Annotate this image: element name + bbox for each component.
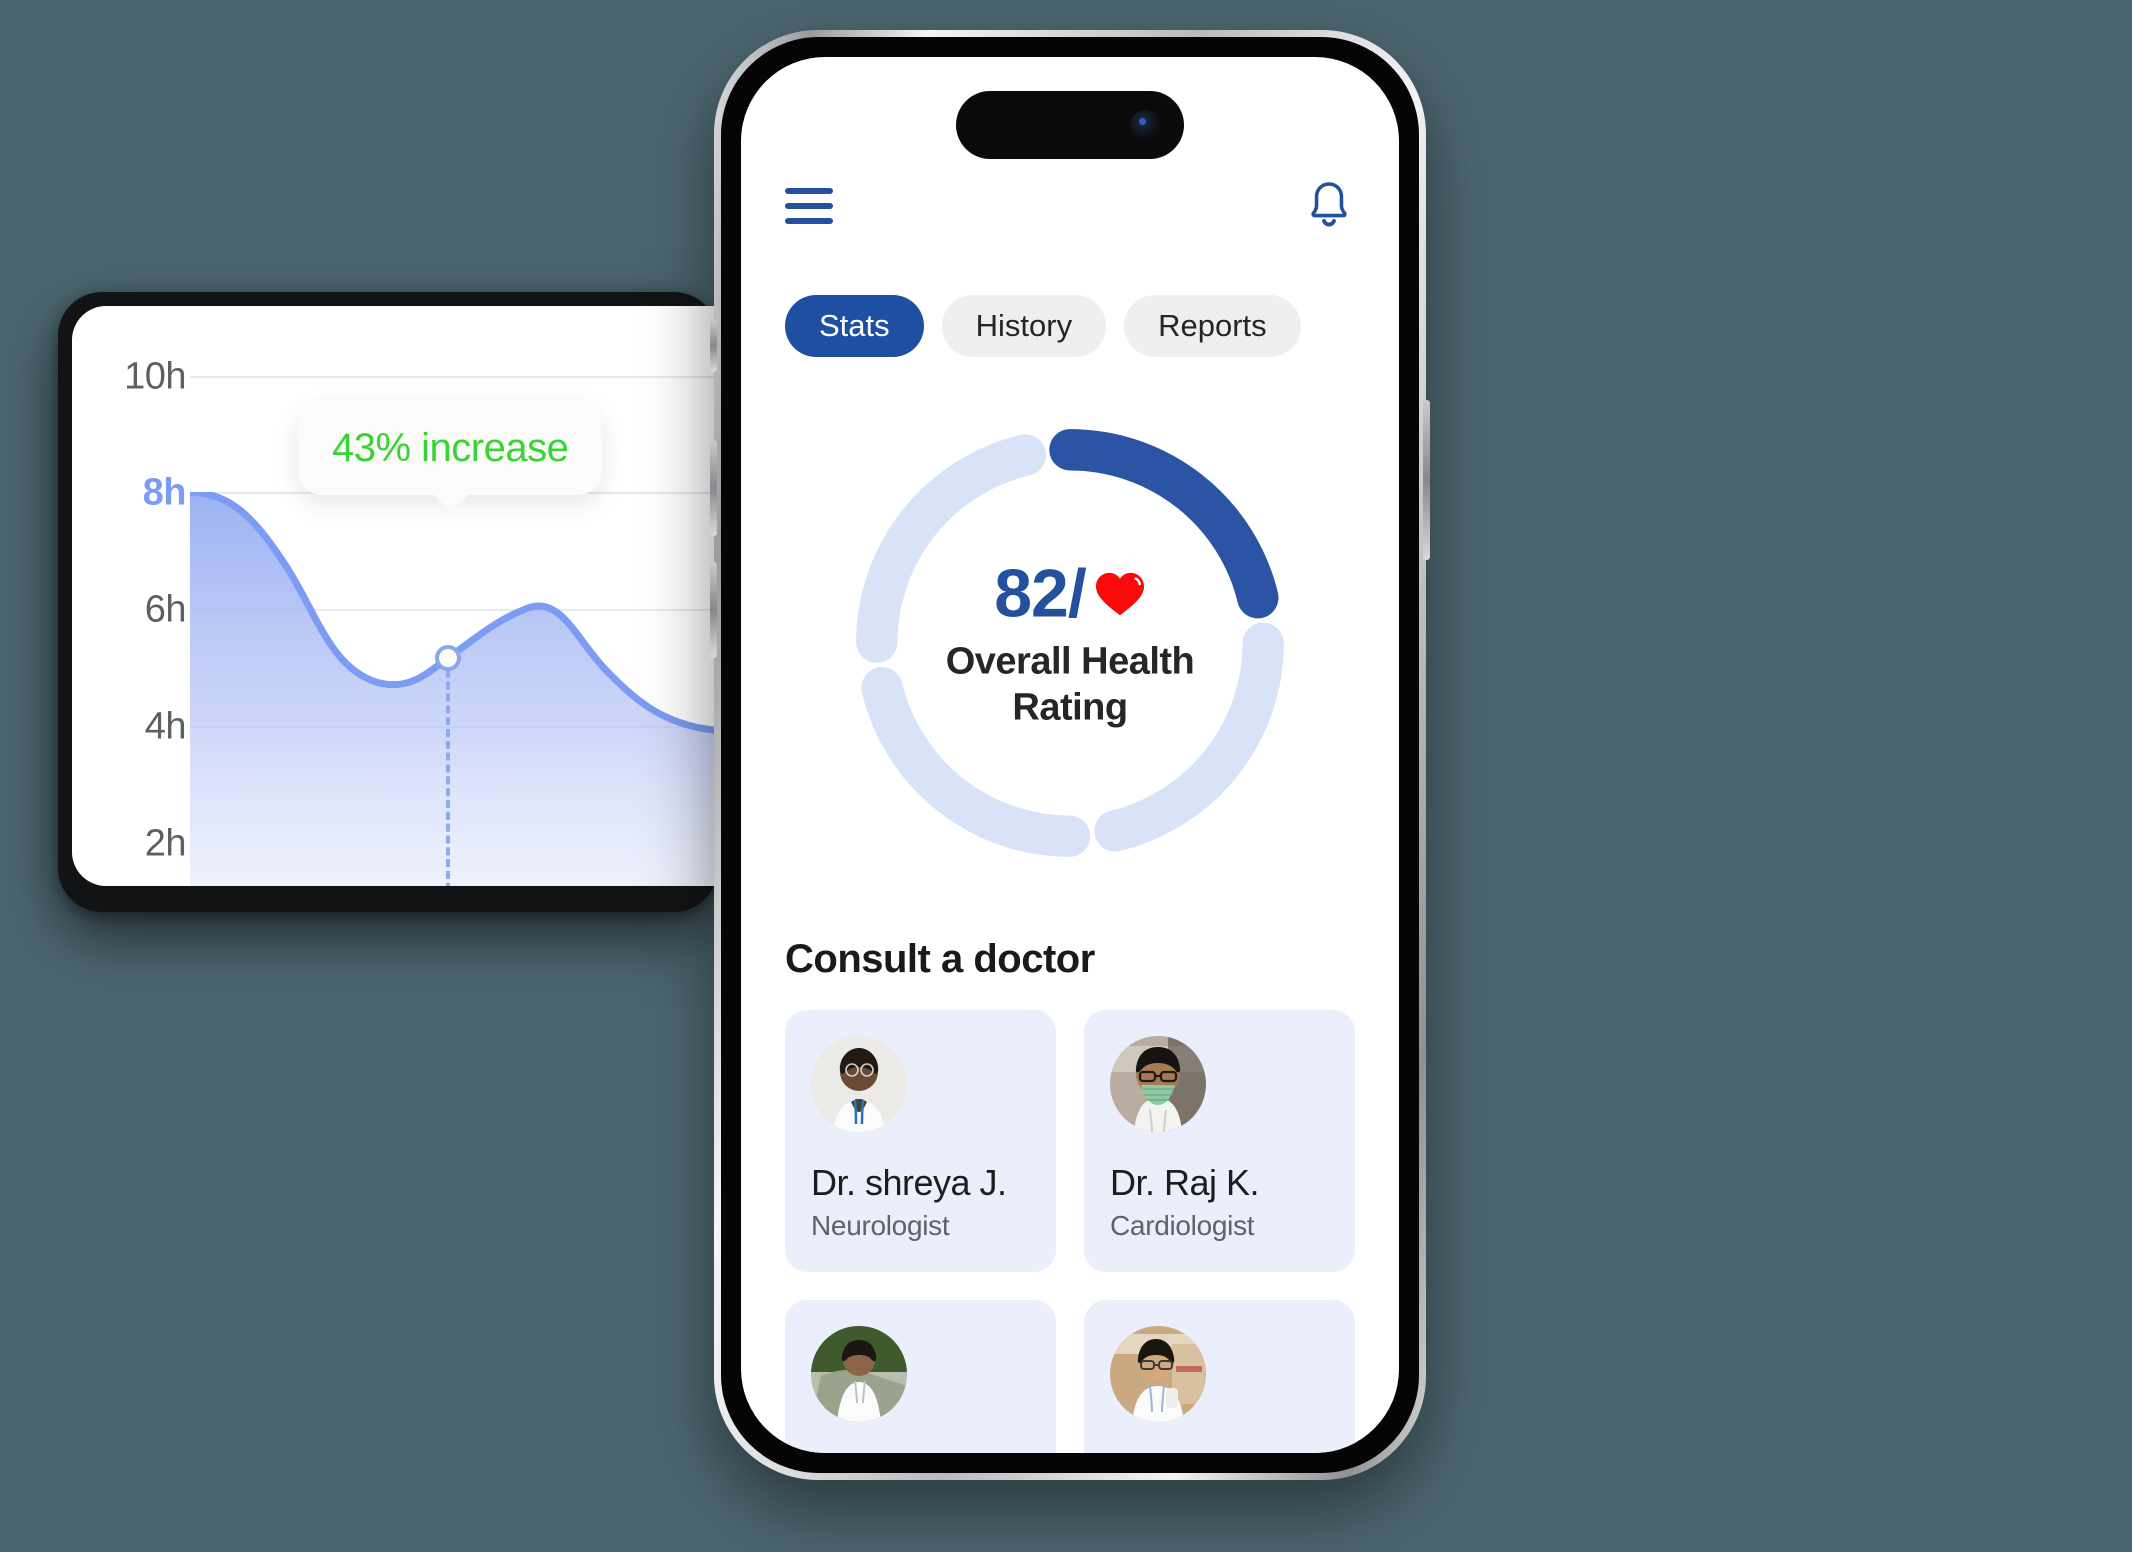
hamburger-bar-2 xyxy=(785,203,833,209)
doctor-name-2: Dr. Raj K. xyxy=(1110,1162,1260,1203)
gridline-10h xyxy=(190,376,718,378)
doctor-avatar-4 xyxy=(1110,1326,1206,1422)
front-camera-icon xyxy=(1130,110,1160,140)
y-tick-6h: 6h xyxy=(144,588,187,631)
doctor-avatar-1 xyxy=(811,1036,907,1132)
doctor-name-1: Dr. shreya J. xyxy=(811,1162,1007,1203)
gauge-score-row: 82/ xyxy=(840,555,1300,633)
doctor-avatar-3 xyxy=(811,1326,907,1422)
y-tick-10h: 10h xyxy=(124,355,186,398)
action-button[interactable] xyxy=(710,320,717,372)
phone-device: Stats History Reports 82/ Overall Health… xyxy=(710,30,1430,1480)
y-tick-8h: 8h xyxy=(142,471,187,514)
overall-health-gauge: 82/ Overall Health Rating xyxy=(840,413,1300,873)
doctor-card-4[interactable] xyxy=(1084,1300,1355,1453)
gauge-center-content: 82/ Overall Health Rating xyxy=(840,555,1300,732)
volume-down-button[interactable] xyxy=(710,562,717,658)
health-app: Stats History Reports 82/ Overall Health… xyxy=(741,57,1399,1453)
consult-section-title: Consult a doctor xyxy=(785,937,1095,981)
gauge-label: Overall Health Rating xyxy=(840,639,1300,732)
volume-up-button[interactable] xyxy=(710,440,717,536)
chart-datapoint-thu[interactable] xyxy=(435,645,461,671)
hamburger-bar-3 xyxy=(785,218,833,224)
doctor-card-1[interactable]: Dr. shreya J. Neurologist xyxy=(785,1010,1056,1272)
sleep-hours-area-chart: 43% increase 10h 8h 6h 4h 2h 0h Tue Wed … xyxy=(72,306,718,886)
chart-device-frame: 43% increase 10h 8h 6h 4h 2h 0h Tue Wed … xyxy=(58,292,718,912)
doctor-grid: Dr. shreya J. Neurologist Dr. Raj K. Car… xyxy=(785,1010,1355,1453)
chart-tooltip: 43% increase xyxy=(298,402,603,512)
chart-y-axis: 10h 8h 6h 4h 2h 0h xyxy=(98,306,186,886)
gauge-label-line1: Overall Health xyxy=(945,640,1195,683)
power-button[interactable] xyxy=(1423,400,1430,560)
chart-tooltip-text: 43% increase xyxy=(332,426,569,470)
chart-tooltip-arrow xyxy=(433,494,470,512)
doctor-avatar-2 xyxy=(1110,1036,1206,1132)
bell-icon[interactable] xyxy=(1303,179,1355,233)
phone-screen: Stats History Reports 82/ Overall Health… xyxy=(741,57,1399,1453)
heart-icon xyxy=(1095,572,1144,616)
app-tabs: Stats History Reports xyxy=(785,295,1355,357)
doctor-specialty-1: Neurologist xyxy=(811,1210,950,1241)
tab-reports[interactable]: Reports xyxy=(1124,295,1301,357)
hamburger-menu-icon[interactable] xyxy=(785,188,833,224)
chart-plot-area: 43% increase xyxy=(190,306,718,886)
y-tick-2h: 2h xyxy=(144,822,187,865)
doctor-card-3[interactable] xyxy=(785,1300,1056,1453)
doctor-card-2[interactable]: Dr. Raj K. Cardiologist xyxy=(1084,1010,1355,1272)
phone-bezel: Stats History Reports 82/ Overall Health… xyxy=(721,37,1419,1473)
chart-screen: 43% increase 10h 8h 6h 4h 2h 0h Tue Wed … xyxy=(72,306,718,886)
hamburger-bar-1 xyxy=(785,188,833,194)
y-tick-4h: 4h xyxy=(144,705,187,748)
tab-history[interactable]: History xyxy=(941,295,1107,357)
gauge-score-value: 82/ xyxy=(994,555,1087,632)
tab-stats[interactable]: Stats xyxy=(785,295,924,357)
chart-series-svg xyxy=(190,492,718,886)
gauge-label-line2: Rating xyxy=(1012,687,1128,729)
dynamic-island xyxy=(956,91,1184,159)
doctor-specialty-2: Cardiologist xyxy=(1110,1210,1255,1241)
chart-indicator-line xyxy=(446,658,450,886)
